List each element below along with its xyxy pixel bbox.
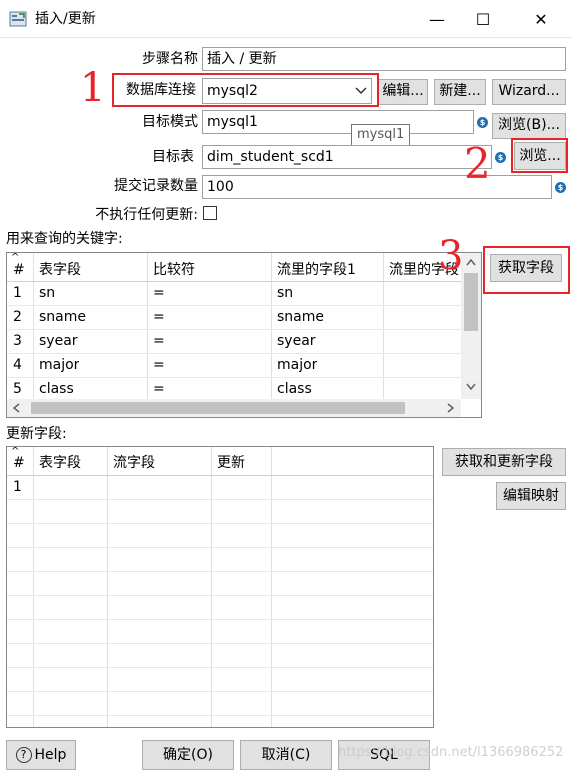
- tooltip: mysql1: [351, 124, 411, 146]
- maximize-button[interactable]: ☐: [460, 0, 506, 38]
- step-name-input[interactable]: 插入 / 更新: [202, 47, 566, 71]
- update-section-label: 更新字段:: [6, 426, 67, 442]
- comparator-cell[interactable]: =: [153, 329, 165, 353]
- stream-field1-cell[interactable]: major: [277, 353, 317, 377]
- minimize-icon: —: [429, 9, 445, 29]
- horizontal-scrollbar[interactable]: [7, 399, 461, 417]
- watermark: https://blog.csdn.net/l1366986252: [338, 745, 564, 760]
- annotation-number-2: 2: [464, 139, 491, 188]
- edit-mapping-button[interactable]: 编辑映射: [496, 482, 566, 510]
- close-button[interactable]: ✕: [518, 0, 564, 38]
- stream-field1-cell[interactable]: syear: [277, 329, 316, 353]
- table-field-cell[interactable]: syear: [39, 329, 78, 353]
- target-table-input[interactable]: dim_student_scd1: [202, 145, 492, 169]
- scroll-up-icon[interactable]: [466, 259, 476, 266]
- row-number: 5: [13, 381, 22, 397]
- scrollbar-thumb[interactable]: [31, 402, 405, 414]
- column-header[interactable]: 流里的字段1: [277, 258, 356, 282]
- column-header[interactable]: #: [13, 451, 25, 475]
- comparator-cell[interactable]: =: [153, 281, 165, 305]
- commit-size-input[interactable]: 100: [202, 175, 552, 199]
- title-bar: 插入/更新 — ☐ ✕: [0, 0, 572, 38]
- column-header[interactable]: 比较符: [153, 258, 195, 282]
- table-row[interactable]: 5 class = class: [7, 377, 461, 399]
- table-field-cell[interactable]: sname: [39, 305, 86, 329]
- comparator-cell[interactable]: =: [153, 305, 165, 329]
- stream-field1-cell[interactable]: sn: [277, 281, 293, 305]
- minimize-button[interactable]: —: [414, 0, 460, 38]
- no-update-checkbox[interactable]: [203, 206, 217, 220]
- column-header[interactable]: 表字段: [39, 258, 81, 282]
- close-icon: ✕: [534, 9, 548, 29]
- maximize-icon: ☐: [475, 9, 491, 29]
- annotation-number-1: 1: [80, 65, 106, 111]
- variable-icon: $: [495, 152, 506, 163]
- column-header[interactable]: 更新: [217, 451, 245, 475]
- target-table-label: 目标表: [152, 149, 194, 165]
- target-schema-input[interactable]: mysql1: [202, 110, 474, 134]
- column-header[interactable]: 流字段: [113, 451, 155, 475]
- row-number: 3: [13, 333, 22, 349]
- ok-button[interactable]: 确定(O): [142, 740, 234, 770]
- keys-section-label: 用来查询的关键字:: [6, 231, 123, 247]
- get-update-fields-button[interactable]: 获取和更新字段: [442, 448, 566, 476]
- table-field-cell[interactable]: class: [39, 377, 74, 399]
- db-connection-highlight: [112, 73, 379, 107]
- cancel-button[interactable]: 取消(C): [240, 740, 332, 770]
- variable-icon: $: [555, 182, 566, 193]
- browse-table-highlight: [511, 138, 568, 173]
- scroll-left-icon[interactable]: [13, 403, 20, 413]
- annotation-number-3: 3: [438, 233, 464, 279]
- kettle-app-icon: [9, 11, 27, 27]
- step-name-label: 步骤名称: [142, 51, 198, 67]
- row-number: 4: [13, 357, 22, 373]
- browse-schema-button[interactable]: 浏览(B)...: [492, 113, 566, 139]
- column-header[interactable]: #: [13, 258, 25, 282]
- stream-field1-cell[interactable]: sname: [277, 305, 324, 329]
- help-button[interactable]: ? Help: [6, 740, 76, 770]
- keys-table[interactable]: ^ # 表字段 比较符 流里的字段1 流里的字段 1 sn = sn 2 sna…: [6, 252, 482, 418]
- scroll-right-icon[interactable]: [447, 403, 454, 413]
- get-fields-highlight: [483, 246, 570, 294]
- row-number: 1: [13, 285, 22, 301]
- variable-icon: $: [477, 117, 488, 128]
- window-title: 插入/更新: [35, 11, 96, 27]
- column-header[interactable]: 表字段: [39, 451, 81, 475]
- row-number: 1: [13, 479, 22, 495]
- update-fields-table[interactable]: ^ # 表字段 流字段 更新 1: [6, 446, 434, 728]
- scroll-down-icon[interactable]: [466, 383, 476, 390]
- stream-field1-cell[interactable]: class: [277, 377, 312, 399]
- no-update-label: 不执行任何更新:: [95, 207, 198, 223]
- new-connection-button[interactable]: 新建...: [434, 79, 486, 105]
- vertical-scrollbar[interactable]: [461, 253, 481, 399]
- edit-connection-button[interactable]: 编辑...: [378, 79, 428, 105]
- comparator-cell[interactable]: =: [153, 353, 165, 377]
- target-schema-label: 目标模式: [142, 114, 198, 130]
- help-label: Help: [34, 747, 67, 763]
- comparator-cell[interactable]: =: [153, 377, 165, 399]
- commit-size-label: 提交记录数量: [114, 178, 198, 194]
- table-field-cell[interactable]: sn: [39, 281, 55, 305]
- wizard-button[interactable]: Wizard...: [492, 79, 566, 105]
- help-icon: ?: [15, 747, 32, 763]
- row-number: 2: [13, 309, 22, 325]
- scrollbar-thumb[interactable]: [464, 273, 478, 331]
- table-field-cell[interactable]: major: [39, 353, 79, 377]
